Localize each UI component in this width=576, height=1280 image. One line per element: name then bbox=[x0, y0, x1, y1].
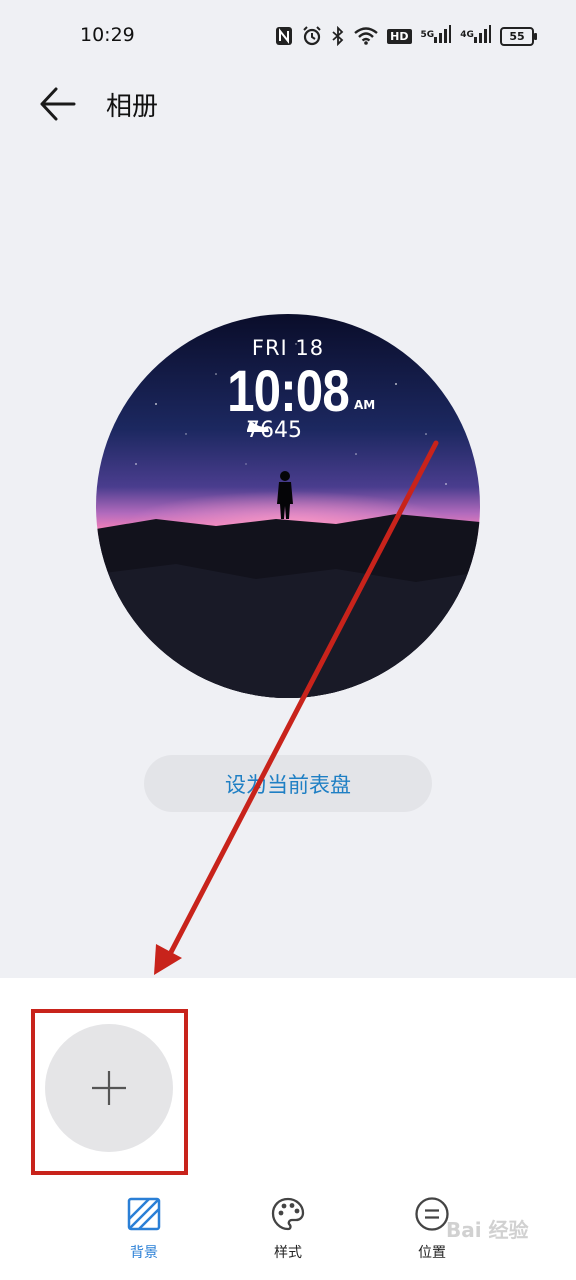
shoe-icon bbox=[247, 421, 269, 432]
nfc-icon bbox=[276, 27, 293, 45]
watch-face-preview: FRI 18 10:08 AM 7645 bbox=[96, 314, 480, 698]
signal-4g-icon: 4G bbox=[460, 25, 491, 47]
set-current-watchface-label: 设为当前表盘 bbox=[225, 772, 351, 797]
watch-ampm: AM bbox=[354, 398, 376, 412]
annotation-highlight-box bbox=[31, 1009, 188, 1175]
watch-time: 10:08 bbox=[227, 359, 350, 424]
palette-icon bbox=[271, 1197, 305, 1231]
tab-position-label: 位置 bbox=[418, 1245, 446, 1261]
set-current-watchface-button[interactable]: 设为当前表盘 bbox=[144, 755, 432, 812]
position-icon bbox=[415, 1197, 449, 1231]
alarm-icon bbox=[303, 26, 321, 46]
tab-style-label: 样式 bbox=[274, 1245, 302, 1261]
watermark: Bai 经验 bbox=[446, 1218, 529, 1242]
tab-background[interactable]: 背景 bbox=[104, 1196, 184, 1262]
status-bar: 10:29 HD 5G 4G 55 bbox=[0, 0, 576, 72]
watch-date: FRI 18 bbox=[251, 336, 325, 360]
background-icon bbox=[127, 1197, 161, 1231]
back-arrow-icon[interactable] bbox=[38, 84, 78, 124]
bluetooth-icon bbox=[332, 26, 344, 46]
hd-icon: HD bbox=[387, 28, 412, 44]
watch-steps: 7645 bbox=[246, 418, 302, 443]
status-icons: HD 5G 4G 55 bbox=[275, 24, 537, 48]
signal-5g-icon: 5G bbox=[421, 25, 452, 47]
tab-background-label: 背景 bbox=[130, 1245, 158, 1261]
tab-style[interactable]: 样式 bbox=[248, 1196, 328, 1262]
wifi-icon bbox=[354, 27, 378, 45]
page-title: 相册 bbox=[106, 92, 159, 122]
status-time: 10:29 bbox=[80, 24, 135, 46]
battery-icon: 55 bbox=[500, 26, 537, 46]
